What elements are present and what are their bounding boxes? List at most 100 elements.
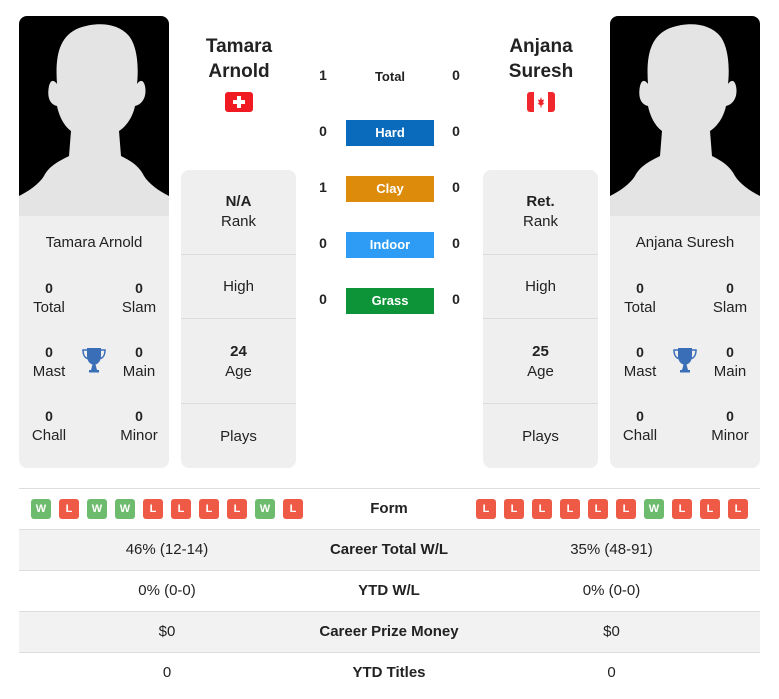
player1-titles-mast: 0 Mast bbox=[32, 344, 66, 380]
player1-ytd-wl: 0% (0-0) bbox=[138, 582, 196, 599]
career-total-wl-label: Career Total W/L bbox=[329, 541, 449, 558]
player1-rank: N/A Rank bbox=[220, 193, 257, 230]
h2h-hard-p2: 0 bbox=[452, 123, 460, 139]
avatar-silhouette-icon bbox=[610, 24, 760, 216]
form-win-badge[interactable]: W bbox=[255, 499, 275, 519]
form-loss-badge[interactable]: L bbox=[672, 499, 692, 519]
player1-career-prize-money: $0 bbox=[158, 623, 176, 640]
player2-titles-main: 0 Main bbox=[713, 344, 747, 380]
surface-grass-button[interactable]: Grass bbox=[346, 288, 434, 314]
player1-ytd-titles: 0 bbox=[162, 664, 172, 681]
player2-titles-total: 0 Total bbox=[624, 280, 656, 316]
h2h-grass-p1: 0 bbox=[319, 291, 327, 307]
form-loss-badge[interactable]: L bbox=[283, 499, 303, 519]
h2h-total-label: Total bbox=[374, 69, 406, 84]
h2h-grass-p2: 0 bbox=[452, 291, 460, 307]
divider bbox=[483, 403, 598, 404]
ytd-titles-row: 0 YTD Titles 0 bbox=[19, 652, 760, 693]
player2-career-prize-money: $0 bbox=[603, 623, 620, 640]
player2-form: LLLLLLWLLL bbox=[476, 499, 748, 519]
form-loss-badge[interactable]: L bbox=[728, 499, 748, 519]
ytd-wl-label: YTD W/L bbox=[358, 582, 420, 599]
player1-plays: Plays bbox=[220, 428, 257, 445]
surface-clay-button[interactable]: Clay bbox=[346, 176, 434, 202]
h2h-total-p2: 0 bbox=[452, 67, 460, 83]
switzerland-flag-icon bbox=[225, 92, 253, 112]
player2-full-name: Anjana Suresh bbox=[635, 234, 735, 251]
form-loss-badge[interactable]: L bbox=[227, 499, 247, 519]
divider bbox=[483, 318, 598, 319]
player1-high: High bbox=[223, 278, 254, 295]
form-loss-badge[interactable]: L bbox=[171, 499, 191, 519]
player1-career-total-wl: 46% (12-14) bbox=[125, 541, 209, 558]
form-loss-badge[interactable]: L bbox=[59, 499, 79, 519]
player2-info-panel: Ret. Rank High 25 Age Plays bbox=[483, 170, 598, 468]
canada-flag-icon bbox=[527, 92, 555, 112]
surface-hard-button[interactable]: Hard bbox=[346, 120, 434, 146]
player1-info-panel: N/A Rank High 24 Age Plays bbox=[181, 170, 296, 468]
player2-age: 25 Age bbox=[527, 343, 554, 380]
form-loss-badge[interactable]: L bbox=[504, 499, 524, 519]
player2-high: High bbox=[525, 278, 556, 295]
player1-header: Tamara Arnold bbox=[179, 34, 299, 112]
player2-plays: Plays bbox=[522, 428, 559, 445]
form-loss-badge[interactable]: L bbox=[588, 499, 608, 519]
ytd-titles-label: YTD Titles bbox=[352, 664, 426, 681]
h2h-total-p1: 1 bbox=[319, 67, 327, 83]
form-loss-badge[interactable]: L bbox=[560, 499, 580, 519]
player2-name-last[interactable]: Suresh bbox=[481, 59, 601, 84]
form-win-badge[interactable]: W bbox=[87, 499, 107, 519]
surface-indoor-button[interactable]: Indoor bbox=[346, 232, 434, 258]
trophy-icon bbox=[82, 348, 106, 373]
career-total-wl-row: 46% (12-14) Career Total W/L 35% (48-91) bbox=[19, 529, 760, 570]
player2-header: Anjana Suresh bbox=[481, 34, 601, 112]
player1-name-last[interactable]: Arnold bbox=[179, 59, 299, 84]
ytd-wl-row: 0% (0-0) YTD W/L 0% (0-0) bbox=[19, 570, 760, 611]
player1-card: Tamara Arnold 0 Total 0 Slam 0 Mast 0 Main 0… bbox=[19, 16, 169, 468]
divider bbox=[483, 254, 598, 255]
player2-ytd-wl: 0% (0-0) bbox=[582, 582, 641, 599]
player2-ytd-titles: 0 bbox=[607, 664, 616, 681]
player1-titles-minor: 0 Minor bbox=[120, 408, 158, 444]
player1-titles-slam: 0 Slam bbox=[121, 280, 157, 316]
h2h-clay-p2: 0 bbox=[452, 179, 460, 195]
form-win-badge[interactable]: W bbox=[31, 499, 51, 519]
h2h-hard-p1: 0 bbox=[319, 123, 327, 139]
player2-titles-mast: 0 Mast bbox=[623, 344, 657, 380]
career-prize-money-row: $0 Career Prize Money $0 bbox=[19, 611, 760, 652]
player2-titles-minor: 0 Minor bbox=[711, 408, 749, 444]
player1-age: 24 Age bbox=[225, 343, 252, 380]
player1-titles-chall: 0 Chall bbox=[31, 408, 67, 444]
divider bbox=[181, 403, 296, 404]
trophy-icon bbox=[673, 348, 697, 373]
form-loss-badge[interactable]: L bbox=[616, 499, 636, 519]
player2-titles-slam: 0 Slam bbox=[712, 280, 748, 316]
player1-photo bbox=[19, 16, 169, 216]
player1-titles-total: 0 Total bbox=[33, 280, 65, 316]
form-loss-badge[interactable]: L bbox=[476, 499, 496, 519]
player2-name-first[interactable]: Anjana bbox=[481, 34, 601, 59]
player2-rank: Ret. Rank bbox=[522, 193, 559, 230]
player1-full-name: Tamara Arnold bbox=[45, 234, 143, 251]
form-loss-badge[interactable]: L bbox=[532, 499, 552, 519]
h2h-clay-p1: 1 bbox=[319, 179, 327, 195]
form-win-badge[interactable]: W bbox=[115, 499, 135, 519]
form-label: Form bbox=[370, 500, 408, 517]
career-prize-money-label: Career Prize Money bbox=[319, 623, 459, 640]
divider bbox=[181, 254, 296, 255]
player2-photo bbox=[610, 16, 760, 216]
player2-card: Anjana Suresh 0 Total 0 Slam 0 Mast 0 Main 0… bbox=[610, 16, 760, 468]
player1-name-first[interactable]: Tamara bbox=[179, 34, 299, 59]
form-win-badge[interactable]: W bbox=[644, 499, 664, 519]
form-row: WLWWLLLLWL Form LLLLLLWLLL bbox=[19, 488, 760, 529]
form-loss-badge[interactable]: L bbox=[143, 499, 163, 519]
player1-titles-main: 0 Main bbox=[122, 344, 156, 380]
h2h-indoor-p1: 0 bbox=[319, 235, 327, 251]
form-loss-badge[interactable]: L bbox=[199, 499, 219, 519]
player2-career-total-wl: 35% (48-91) bbox=[570, 541, 653, 558]
form-loss-badge[interactable]: L bbox=[700, 499, 720, 519]
player1-form: WLWWLLLLWL bbox=[31, 499, 303, 519]
h2h-indoor-p2: 0 bbox=[452, 235, 460, 251]
avatar-silhouette-icon bbox=[19, 24, 169, 216]
player2-titles-chall: 0 Chall bbox=[622, 408, 658, 444]
